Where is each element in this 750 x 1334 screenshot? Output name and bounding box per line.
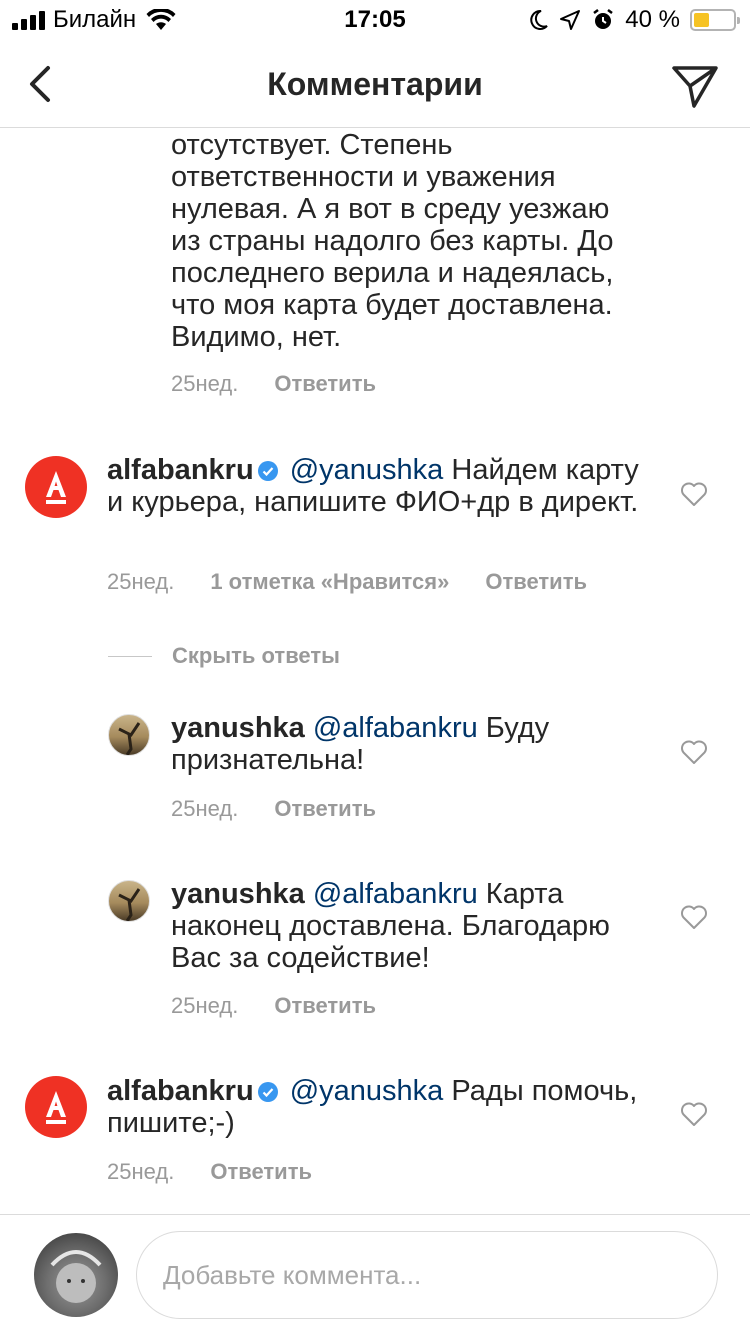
likes-count-button[interactable]: 1 отметка «Нравится» [210, 569, 449, 595]
reply-button[interactable]: Ответить [210, 1159, 312, 1185]
comment-time: 25нед. [171, 993, 239, 1018]
reply-button[interactable]: Ответить [274, 371, 376, 397]
verified-badge-icon [257, 1082, 278, 1102]
divider [108, 655, 152, 657]
comment-mention[interactable]: @yanushka [290, 1075, 444, 1107]
status-bar: Билайн 17:05 40 % [0, 0, 750, 40]
alarm-icon [593, 9, 614, 29]
reply-button[interactable]: Ответить [274, 796, 376, 822]
comment-item: alfabankru @yanushka Рады помочь, пишите… [107, 1075, 647, 1139]
direct-send-icon[interactable] [670, 62, 720, 110]
comment-mention[interactable]: @alfabankru [313, 878, 478, 910]
reply-button[interactable]: Ответить [485, 569, 587, 595]
avatar-photo [118, 888, 141, 921]
moon-icon [530, 9, 549, 30]
avatar[interactable] [25, 1076, 87, 1138]
avatar[interactable] [108, 714, 150, 756]
comment-text: отсутствует. Степень ответственности и у… [171, 129, 614, 353]
comment-time: 25нед. [171, 796, 239, 821]
current-user-avatar [34, 1233, 118, 1317]
heart-icon[interactable] [680, 904, 708, 930]
comment-compose-bar [0, 1214, 750, 1334]
battery-percent: 40 % [625, 6, 680, 33]
comment-time: 25нед. [107, 569, 175, 594]
avatar-photo [50, 1250, 102, 1303]
reply-button[interactable]: Ответить [274, 993, 376, 1019]
comment-username[interactable]: yanushka [171, 878, 305, 910]
avatar-photo [118, 722, 141, 755]
comment-mention[interactable]: @yanushka [290, 454, 444, 486]
verified-badge-icon [257, 461, 278, 481]
comment-meta: 25нед. Ответить [171, 993, 412, 1019]
comment-time: 25нед. [171, 371, 239, 396]
battery-icon [690, 9, 740, 31]
comment-meta: 25нед. Ответить [171, 371, 412, 397]
navigation-bar: Комментарии [0, 40, 750, 128]
hide-replies-label: Скрыть ответы [172, 643, 340, 668]
comment-input[interactable] [136, 1231, 718, 1319]
alfa-logo-icon [46, 1091, 66, 1124]
comment-meta: 25нед. 1 отметка «Нравится» Ответить [107, 569, 623, 595]
comment-username[interactable]: alfabankru [107, 1075, 254, 1107]
location-icon [560, 10, 581, 30]
comment-item: yanushka @alfabankru Буду признательна! [171, 712, 631, 776]
page-title: Комментарии [267, 66, 483, 102]
heart-icon[interactable] [680, 1101, 708, 1127]
comment-username[interactable]: yanushka [171, 712, 305, 744]
comment-mention[interactable]: @alfabankru [313, 712, 478, 744]
comment-item: отсутствует. Степень ответственности и у… [171, 129, 631, 353]
comment-username[interactable]: alfabankru [107, 454, 254, 486]
comment-item: alfabankru @yanushka Найдем карту и курь… [107, 454, 647, 518]
comment-time: 25нед. [107, 1159, 175, 1184]
comments-list[interactable]: отсутствует. Степень ответственности и у… [0, 129, 750, 1214]
heart-icon[interactable] [680, 481, 708, 507]
comment-meta: 25нед. Ответить [171, 796, 412, 822]
alfa-logo-icon [46, 471, 66, 504]
avatar[interactable] [108, 880, 150, 922]
comment-meta: 25нед. Ответить [107, 1159, 348, 1185]
avatar[interactable] [25, 456, 87, 518]
heart-icon[interactable] [680, 739, 708, 765]
comment-item: yanushka @alfabankru Карта наконец доста… [171, 878, 631, 974]
hide-replies-button[interactable]: Скрыть ответы [108, 643, 340, 669]
battery-level [694, 13, 710, 27]
